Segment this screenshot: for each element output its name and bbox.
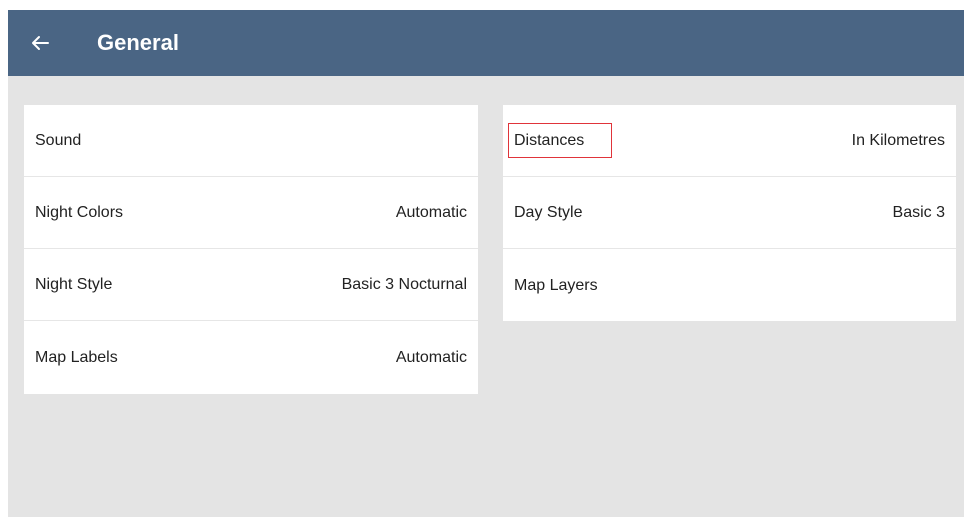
setting-label: Day Style xyxy=(514,203,583,221)
setting-label: Sound xyxy=(35,131,82,149)
setting-value: In Kilometres xyxy=(851,131,945,149)
setting-row-night-colors[interactable]: Night Colors Automatic xyxy=(24,177,478,249)
back-button[interactable] xyxy=(24,27,56,59)
setting-label: Night Style xyxy=(35,275,113,293)
settings-screen: General Sound Night Colors Automatic Nig… xyxy=(8,10,964,517)
right-settings-card: Distances In Kilometres Day Style Basic … xyxy=(503,105,956,321)
left-settings-card: Sound Night Colors Automatic Night Style… xyxy=(24,105,478,394)
setting-row-map-labels[interactable]: Map Labels Automatic xyxy=(24,321,478,394)
setting-value: Basic 3 Nocturnal xyxy=(341,275,467,293)
setting-value: Basic 3 xyxy=(892,203,945,221)
setting-row-map-layers[interactable]: Map Layers xyxy=(503,249,956,322)
setting-label: Map Layers xyxy=(514,276,598,294)
setting-label: Map Labels xyxy=(35,348,118,366)
setting-label: Night Colors xyxy=(35,203,124,221)
setting-row-day-style[interactable]: Day Style Basic 3 xyxy=(503,177,956,249)
arrow-left-icon xyxy=(32,36,49,50)
setting-value: Automatic xyxy=(395,203,467,221)
setting-row-distances[interactable]: Distances In Kilometres xyxy=(503,105,956,177)
app-bar: General xyxy=(8,10,964,76)
page-title: General xyxy=(97,30,179,55)
setting-row-night-style[interactable]: Night Style Basic 3 Nocturnal xyxy=(24,249,478,321)
setting-label: Distances xyxy=(514,131,585,149)
setting-value: Automatic xyxy=(395,348,467,366)
setting-row-sound[interactable]: Sound xyxy=(24,105,478,177)
